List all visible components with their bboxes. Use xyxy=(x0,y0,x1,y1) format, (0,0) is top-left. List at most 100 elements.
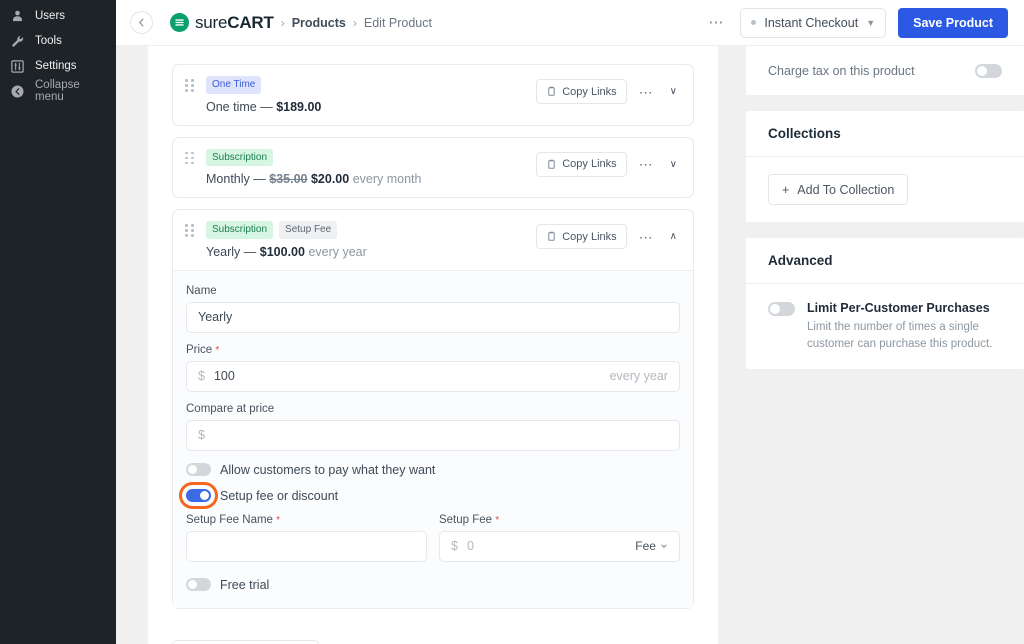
expand-toggle-icon[interactable]: ∨ xyxy=(666,86,681,97)
main-region: sureCART › Products › Edit Product ⋯ Ins… xyxy=(116,0,1024,644)
setup-fee-or-discount-toggle[interactable] xyxy=(186,489,211,502)
setup-fee-name-label: Setup Fee Name * xyxy=(186,513,281,526)
price-summary-line: One time — $189.00 xyxy=(206,100,536,114)
chevron-down-icon: ▼ xyxy=(866,17,876,28)
price-card-one-time: One Time One time — $189.00 Copy Links ⋯… xyxy=(172,64,694,126)
sidebar-item-label: Users xyxy=(35,9,66,22)
charge-tax-label: Charge tax on this product xyxy=(767,63,915,78)
price-edit-form: Name Yearly Price * $ 100 every year Com… xyxy=(173,269,693,608)
advanced-card: Advanced Limit Per-Customer Purchases Li… xyxy=(745,238,1024,370)
price-value: 100 xyxy=(213,369,235,383)
collections-title: Collections xyxy=(745,111,1024,157)
breadcrumb-separator: › xyxy=(280,15,285,30)
limit-purchases-text: Limit Per-Customer Purchases Limit the n… xyxy=(807,301,1002,352)
setup-fee-name-input[interactable] xyxy=(186,530,427,562)
copy-icon xyxy=(548,231,555,241)
field-setup-fee-amount: Setup Fee * $ 0 Fee xyxy=(438,513,680,562)
free-trial-toggle[interactable] xyxy=(186,578,211,591)
right-sidebar: Charge tax on this product Collections +… xyxy=(745,46,1024,644)
price-name: Yearly xyxy=(206,244,241,259)
limit-per-customer-description: Limit the number of times a single custo… xyxy=(806,321,993,350)
collapse-toggle-icon[interactable]: ∧ xyxy=(666,231,681,242)
price-badges: Subscription xyxy=(206,148,536,166)
setup-fee-amount-input[interactable]: $ 0 Fee xyxy=(438,530,680,562)
currency-symbol: $ xyxy=(198,428,205,442)
price-amount: $100.00 xyxy=(259,244,305,259)
limit-per-customer-toggle[interactable] xyxy=(767,302,795,316)
brand-wordmark: sureCART xyxy=(195,12,274,32)
sidebar-item-label: Collapse menu xyxy=(35,79,80,103)
drag-handle-icon[interactable] xyxy=(185,224,196,238)
prices-panel: One Time One time — $189.00 Copy Links ⋯… xyxy=(148,46,718,644)
breadcrumb-separator: › xyxy=(352,15,357,30)
setup-fee-type-select[interactable]: Fee xyxy=(635,539,668,553)
price-interval: every month xyxy=(352,172,422,186)
sidebar-item-label: Tools xyxy=(35,34,62,47)
add-price-area: + Add Another Price xyxy=(148,620,718,644)
sidebar-item-label: Settings xyxy=(35,59,77,72)
surecart-mark-icon xyxy=(170,13,189,32)
price-card-yearly: Subscription Setup Fee Yearly — $100.00 … xyxy=(172,209,694,609)
price-input[interactable]: $ 100 every year xyxy=(186,360,680,392)
topbar-actions: ⋯ Instant Checkout ▼ Save Product xyxy=(704,7,1008,38)
charge-tax-toggle[interactable] xyxy=(975,64,1002,78)
drag-handle-icon[interactable] xyxy=(185,151,196,166)
back-button[interactable] xyxy=(130,11,153,34)
wp-admin-sidebar: Users Tools Settings Collapse menu xyxy=(0,0,116,644)
required-marker: * xyxy=(276,514,281,526)
row-pay-what-you-want: Allow customers to pay what they want xyxy=(186,463,680,477)
save-product-button[interactable]: Save Product xyxy=(898,7,1008,38)
pay-what-you-want-toggle[interactable] xyxy=(186,463,211,476)
copy-icon xyxy=(548,86,555,96)
sidebar-item-users[interactable]: Users xyxy=(0,4,116,29)
field-compare-at-price: Compare at price $ xyxy=(186,403,680,451)
surecart-logo[interactable]: sureCART xyxy=(170,13,274,33)
sidebar-item-settings[interactable]: Settings xyxy=(0,54,116,79)
badge-setup-fee: Setup Fee xyxy=(279,221,338,239)
setup-fee-value: 0 xyxy=(466,539,474,553)
app-root: Users Tools Settings Collapse menu sureC… xyxy=(0,0,1024,644)
breadcrumb-products[interactable]: Products xyxy=(292,16,346,30)
field-price: Price * $ 100 every year xyxy=(186,344,680,392)
price-card-header: Subscription Monthly — $35.00 $20.00 eve… xyxy=(173,138,693,198)
badge-one-time: One Time xyxy=(206,76,262,94)
setup-fee-toggle-wrapper xyxy=(179,482,218,509)
price-more-menu-icon[interactable]: ⋯ xyxy=(637,85,656,99)
instant-checkout-select[interactable]: Instant Checkout ▼ xyxy=(740,7,887,38)
price-card-actions: Copy Links ⋯ ∧ xyxy=(536,224,681,249)
row-free-trial: Free trial xyxy=(186,578,680,592)
ellipsis-icon[interactable]: ⋯ xyxy=(704,15,728,30)
price-badges: Subscription Setup Fee xyxy=(206,221,536,239)
sidebar-item-tools[interactable]: Tools xyxy=(0,29,116,54)
tax-card: Charge tax on this product xyxy=(745,46,1024,95)
drag-handle-icon[interactable] xyxy=(185,79,196,93)
sidebar-item-collapse-menu[interactable]: Collapse menu xyxy=(0,79,116,104)
page-body: One Time One time — $189.00 Copy Links ⋯… xyxy=(116,46,1024,644)
setup-fee-label: Setup Fee * xyxy=(438,513,500,526)
copy-links-button[interactable]: Copy Links xyxy=(536,224,627,249)
price-card-header: Subscription Setup Fee Yearly — $100.00 … xyxy=(173,210,693,270)
field-setup-fee-name: Setup Fee Name * xyxy=(186,514,427,562)
setup-fee-type-label: Fee xyxy=(635,539,656,553)
expand-toggle-icon[interactable]: ∨ xyxy=(666,159,681,170)
field-name: Name Yearly xyxy=(186,285,680,333)
copy-links-button[interactable]: Copy Links xyxy=(536,79,627,104)
required-marker: * xyxy=(495,514,500,526)
copy-links-label: Copy Links xyxy=(562,85,617,98)
add-to-collection-button[interactable]: + Add To Collection xyxy=(767,174,909,205)
add-another-price-button[interactable]: + Add Another Price xyxy=(172,639,319,644)
wrench-icon xyxy=(9,33,26,50)
row-setup-fee-toggle: Setup fee or discount xyxy=(179,482,680,509)
price-summary: Subscription Monthly — $35.00 $20.00 eve… xyxy=(206,148,536,186)
name-input[interactable]: Yearly xyxy=(186,301,680,333)
price-more-menu-icon[interactable]: ⋯ xyxy=(637,230,656,244)
copy-links-button[interactable]: Copy Links xyxy=(536,151,627,177)
price-dash: — xyxy=(260,99,273,114)
user-icon xyxy=(9,8,26,25)
price-summary-line: Yearly — $100.00 every year xyxy=(206,245,536,259)
collections-body: + Add To Collection xyxy=(746,157,1024,222)
required-marker: * xyxy=(215,344,220,356)
price-more-menu-icon[interactable]: ⋯ xyxy=(637,157,656,171)
compare-at-price-input[interactable]: $ xyxy=(186,419,680,451)
currency-symbol: $ xyxy=(450,539,458,553)
